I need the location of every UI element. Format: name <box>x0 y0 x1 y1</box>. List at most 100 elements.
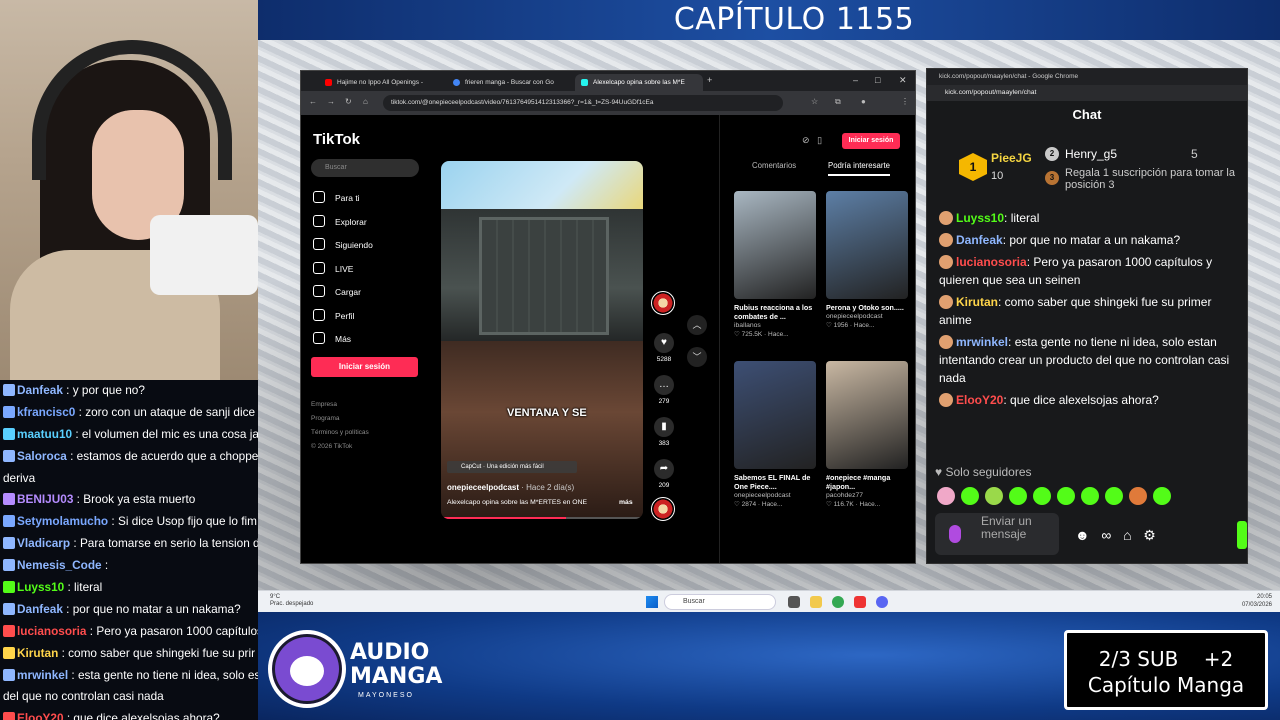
video-thumbnail[interactable] <box>826 361 908 469</box>
like-button[interactable]: ♥ 5288 <box>651 333 677 363</box>
chat-username[interactable]: Kirutan <box>17 646 58 660</box>
chat-username[interactable]: Danfeak <box>17 602 63 616</box>
previous-video-icon[interactable]: ︿ <box>687 315 707 335</box>
forward-icon[interactable]: → <box>327 97 335 106</box>
emote-icon[interactable] <box>937 487 955 505</box>
video-thumbnail[interactable] <box>734 191 816 299</box>
video-thumbnail[interactable] <box>826 191 908 299</box>
capcut-badge[interactable]: CapCut · Una edición más fácil <box>447 461 577 473</box>
video-player[interactable]: VENTANA Y SE CapCut · Una edición más fá… <box>441 161 643 519</box>
kick-url-bar[interactable]: kick.com/popout/maaylen/chat <box>927 85 1247 101</box>
tiktok-search-input[interactable]: Buscar <box>311 159 419 177</box>
tab-tiktok-video[interactable]: Alexelcapo opina sobre las M*E <box>575 74 703 91</box>
more-link[interactable]: más <box>619 499 633 506</box>
chat-username[interactable]: lucianosoria <box>956 255 1027 269</box>
save-button[interactable]: ▮ 383 <box>651 417 677 447</box>
tiktok-logo[interactable]: TikTok <box>313 131 360 148</box>
rank-3-prompt[interactable]: Regala 1 suscripción para tomar la posic… <box>1065 167 1245 191</box>
chat-username[interactable]: Vladicarp <box>17 536 70 550</box>
chat-username[interactable]: Luyss10 <box>17 580 64 594</box>
discord-icon[interactable] <box>876 596 888 608</box>
sidebar-item-more[interactable]: Más <box>313 332 351 344</box>
tab-comments[interactable]: Comentarios <box>752 161 796 170</box>
recommended-video-card[interactable]: #onepiece #manga #japon... pacohdez77 ♡ 11… <box>826 361 908 508</box>
chrome-icon[interactable] <box>832 596 844 608</box>
card-author[interactable]: onepieceelpodcast <box>826 313 908 320</box>
chat-username[interactable]: mrwinkel <box>956 335 1008 349</box>
weather-widget[interactable]: 9°C Prac. despejado <box>270 594 313 608</box>
emote-icon[interactable] <box>1105 487 1123 505</box>
chat-username[interactable]: kfrancisc0 <box>17 405 75 419</box>
store-icon[interactable]: ⌂ <box>1123 527 1131 543</box>
emote-icon[interactable] <box>1033 487 1051 505</box>
profile-icon[interactable]: ● <box>861 97 866 106</box>
recommended-video-card[interactable]: Perona y Otoko son..... onepieceelpodcast… <box>826 191 908 329</box>
sidebar-item-following[interactable]: Siguiendo <box>313 238 373 250</box>
chat-username[interactable]: Saloroca <box>17 449 67 463</box>
sidebar-item-for-you[interactable]: Para ti <box>313 191 360 203</box>
rank-1-name[interactable]: PieeJG <box>991 151 1032 165</box>
chat-username[interactable]: Danfeak <box>956 233 1003 247</box>
footer-link-program[interactable]: Programa <box>311 415 340 422</box>
emote-icon[interactable] <box>1153 487 1171 505</box>
creator-avatar[interactable] <box>651 291 675 315</box>
rank-2-name[interactable]: Henry_g5 <box>1065 147 1117 161</box>
send-button[interactable] <box>1237 521 1247 549</box>
infinity-icon[interactable]: ∞ <box>1101 527 1111 543</box>
card-author[interactable]: iballanos <box>734 322 816 329</box>
chat-username[interactable]: Setymolamucho <box>17 514 108 528</box>
chat-username[interactable]: ElooY20 <box>956 393 1003 407</box>
sidebar-login-button[interactable]: Iniciar sesión <box>311 357 418 377</box>
card-author[interactable]: onepieceelpodcast <box>734 492 816 499</box>
file-explorer-icon[interactable] <box>810 596 822 608</box>
video-author[interactable]: onepieceelpodcast · Hace 2 día(s) <box>447 483 574 492</box>
video-thumbnail[interactable] <box>734 361 816 469</box>
emote-icon[interactable] <box>1081 487 1099 505</box>
compass-icon[interactable]: ⊘ <box>802 135 810 145</box>
url-input[interactable]: tiktok.com/@onepieceelpodcast/video/7613… <box>383 95 783 111</box>
emote-icon[interactable] <box>1057 487 1075 505</box>
app-icon[interactable] <box>854 596 866 608</box>
video-progress-bar[interactable] <box>441 517 643 519</box>
taskbar-clock[interactable]: 20:05 07/03/2026 <box>1242 593 1272 609</box>
windows-start-icon[interactable] <box>646 596 658 608</box>
device-icon[interactable]: ▯ <box>817 135 822 145</box>
emote-icon[interactable] <box>985 487 1003 505</box>
footer-link-terms[interactable]: Términos y políticas <box>311 429 369 436</box>
tab-might-interest[interactable]: Podría interesarte <box>828 161 890 176</box>
back-icon[interactable]: ← <box>309 97 317 106</box>
taskbar-search-input[interactable]: Buscar <box>664 594 776 610</box>
close-icon[interactable]: ✕ <box>899 75 907 86</box>
reload-icon[interactable]: ↻ <box>345 97 352 106</box>
sidebar-item-profile[interactable]: Perfil <box>313 308 354 321</box>
chat-username[interactable]: Nemesis_Code <box>17 558 102 572</box>
card-author[interactable]: pacohdez77 <box>826 492 908 499</box>
rp-settings-icons[interactable]: ⊘ ▯ <box>802 135 822 146</box>
mic-icon[interactable] <box>949 525 961 543</box>
sidebar-item-live[interactable]: LIVE <box>313 261 353 274</box>
share-button[interactable]: ➦ 209 <box>651 459 677 489</box>
tab-frieren-search[interactable]: frieren manga - Buscar con Go <box>447 74 575 91</box>
tab-hajime-no-ippo[interactable]: Hajime no Ippo All Openings - <box>319 74 447 91</box>
menu-icon[interactable]: ⋮ <box>901 97 909 106</box>
chat-username[interactable]: Kirutan <box>956 295 998 309</box>
footer-link-company[interactable]: Empresa <box>311 401 337 408</box>
sidebar-item-explore[interactable]: Explorar <box>313 214 367 227</box>
star-icon[interactable]: ☆ <box>811 97 818 106</box>
chat-username[interactable]: maatuu10 <box>17 427 72 441</box>
chat-username[interactable]: Danfeak <box>17 383 63 397</box>
chat-username[interactable]: lucianosoria <box>17 624 87 638</box>
home-icon[interactable]: ⌂ <box>363 97 368 106</box>
minimize-icon[interactable]: – <box>853 75 858 85</box>
sidebar-item-upload[interactable]: Cargar <box>313 285 361 297</box>
chat-message-input[interactable]: Enviar un mensaje <box>935 513 1059 555</box>
comment-button[interactable]: … 279 <box>651 375 677 405</box>
next-video-icon[interactable]: ﹀ <box>687 347 707 367</box>
chat-username[interactable]: BENIJU03 <box>17 492 73 506</box>
chat-username[interactable]: ElooY20 <box>17 711 64 720</box>
header-login-button[interactable]: Iniciar sesión <box>842 133 900 149</box>
emote-icon[interactable] <box>1129 487 1147 505</box>
emoji-icon[interactable]: ☻ <box>1075 527 1090 543</box>
settings-icon[interactable]: ⚙ <box>1143 527 1156 543</box>
emote-icon[interactable] <box>1009 487 1027 505</box>
